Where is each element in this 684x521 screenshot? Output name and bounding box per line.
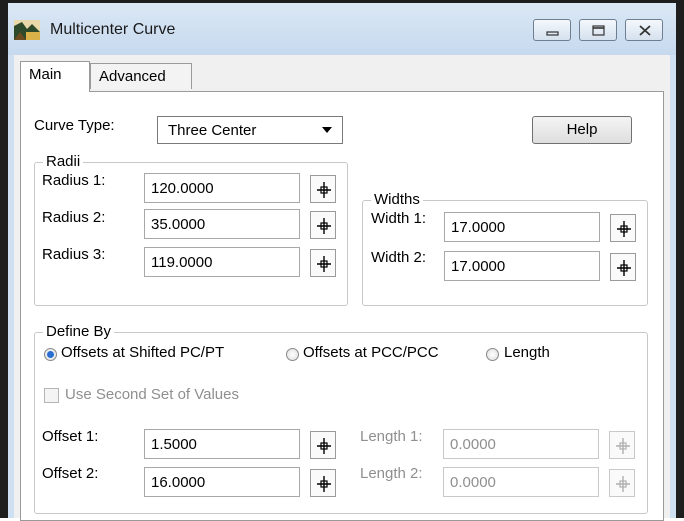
crosshair-pick-icon — [317, 476, 331, 492]
radio-offsets-pcc-pcc[interactable] — [286, 348, 299, 361]
radius-2-pick-button[interactable] — [310, 211, 336, 239]
window-border-right — [676, 0, 684, 518]
crosshair-pick-icon — [317, 182, 331, 198]
define-by-group: Define By Offsets at Shifted PC/PT Offse… — [34, 323, 648, 514]
use-second-set-checkbox[interactable] — [44, 388, 59, 403]
close-icon — [639, 25, 651, 36]
length-2-field[interactable]: 0.0000 — [443, 467, 599, 497]
radius-3-pick-button[interactable] — [310, 249, 336, 277]
length-2-label: Length 2: — [360, 465, 423, 482]
length-1-pick-button[interactable] — [609, 431, 635, 459]
define-by-legend: Define By — [43, 323, 115, 340]
radio-length-label[interactable]: Length — [504, 344, 550, 361]
radius-2-label: Radius 2: — [42, 209, 106, 226]
window-border-left — [0, 0, 8, 518]
chevron-down-icon — [322, 127, 332, 133]
radius-3-label: Radius 3: — [42, 246, 106, 263]
offset-1-field[interactable]: 1.5000 — [144, 429, 300, 459]
widths-group: Widths Width 1: 17.0000 Width 2: 17.0000 — [362, 191, 648, 306]
radius-3-field[interactable]: 119.0000 — [144, 247, 300, 277]
minimize-button[interactable] — [533, 19, 571, 41]
use-second-set-label: Use Second Set of Values — [65, 386, 239, 403]
title-bar[interactable]: Multicenter Curve — [8, 3, 676, 55]
width-2-field[interactable]: 17.0000 — [444, 251, 600, 281]
crosshair-pick-icon — [317, 218, 331, 234]
help-button[interactable]: Help — [532, 116, 632, 144]
dialog-window: Multicenter Curve Main Advanced Curve Ty… — [8, 3, 676, 521]
radio-offsets-shifted-pc-pt[interactable] — [44, 348, 57, 361]
crosshair-pick-icon — [617, 260, 631, 276]
widths-legend: Widths — [371, 191, 423, 208]
maximize-icon — [592, 25, 605, 36]
radius-1-field[interactable]: 120.0000 — [144, 173, 300, 203]
curve-type-select[interactable]: Three Center — [157, 116, 343, 144]
app-logo-icon — [14, 20, 40, 40]
tab-main[interactable]: Main — [20, 61, 90, 92]
curve-type-value: Three Center — [168, 122, 257, 139]
offset-1-label: Offset 1: — [42, 428, 99, 445]
width-2-label: Width 2: — [371, 249, 427, 266]
width-2-pick-button[interactable] — [610, 253, 636, 281]
length-1-field[interactable]: 0.0000 — [443, 429, 599, 459]
radius-1-label: Radius 1: — [42, 172, 106, 189]
close-button[interactable] — [625, 19, 663, 41]
radii-group: Radii Radius 1: 120.0000 Radius 2: 35.00… — [34, 153, 348, 306]
minimize-icon — [546, 31, 559, 36]
crosshair-pick-icon — [616, 476, 630, 492]
offset-2-label: Offset 2: — [42, 465, 99, 482]
radio-offsets-pcc-pcc-label[interactable]: Offsets at PCC/PCC — [303, 344, 439, 361]
window-title: Multicenter Curve — [50, 21, 176, 38]
radii-legend: Radii — [43, 153, 84, 170]
crosshair-pick-icon — [617, 221, 631, 237]
width-1-pick-button[interactable] — [610, 214, 636, 242]
radio-length[interactable] — [486, 348, 499, 361]
width-1-field[interactable]: 17.0000 — [444, 212, 600, 242]
offset-2-pick-button[interactable] — [310, 469, 336, 497]
crosshair-pick-icon — [317, 438, 331, 454]
radius-2-field[interactable]: 35.0000 — [144, 209, 300, 239]
radio-offsets-shifted-pc-pt-label[interactable]: Offsets at Shifted PC/PT — [61, 344, 224, 361]
curve-type-label: Curve Type: — [34, 117, 115, 134]
crosshair-pick-icon — [616, 438, 630, 454]
radius-1-pick-button[interactable] — [310, 175, 336, 203]
crosshair-pick-icon — [317, 256, 331, 272]
tab-advanced[interactable]: Advanced — [90, 63, 192, 89]
offset-2-field[interactable]: 16.0000 — [144, 467, 300, 497]
offset-1-pick-button[interactable] — [310, 431, 336, 459]
main-tab-panel: Curve Type: Three Center Help Radii Radi… — [20, 91, 664, 521]
window-border-top — [0, 0, 684, 3]
width-1-label: Width 1: — [371, 210, 427, 227]
maximize-button[interactable] — [579, 19, 617, 41]
length-1-label: Length 1: — [360, 428, 423, 445]
dialog-client-area: Main Advanced Curve Type: Three Center H… — [14, 55, 670, 521]
length-2-pick-button[interactable] — [609, 469, 635, 497]
